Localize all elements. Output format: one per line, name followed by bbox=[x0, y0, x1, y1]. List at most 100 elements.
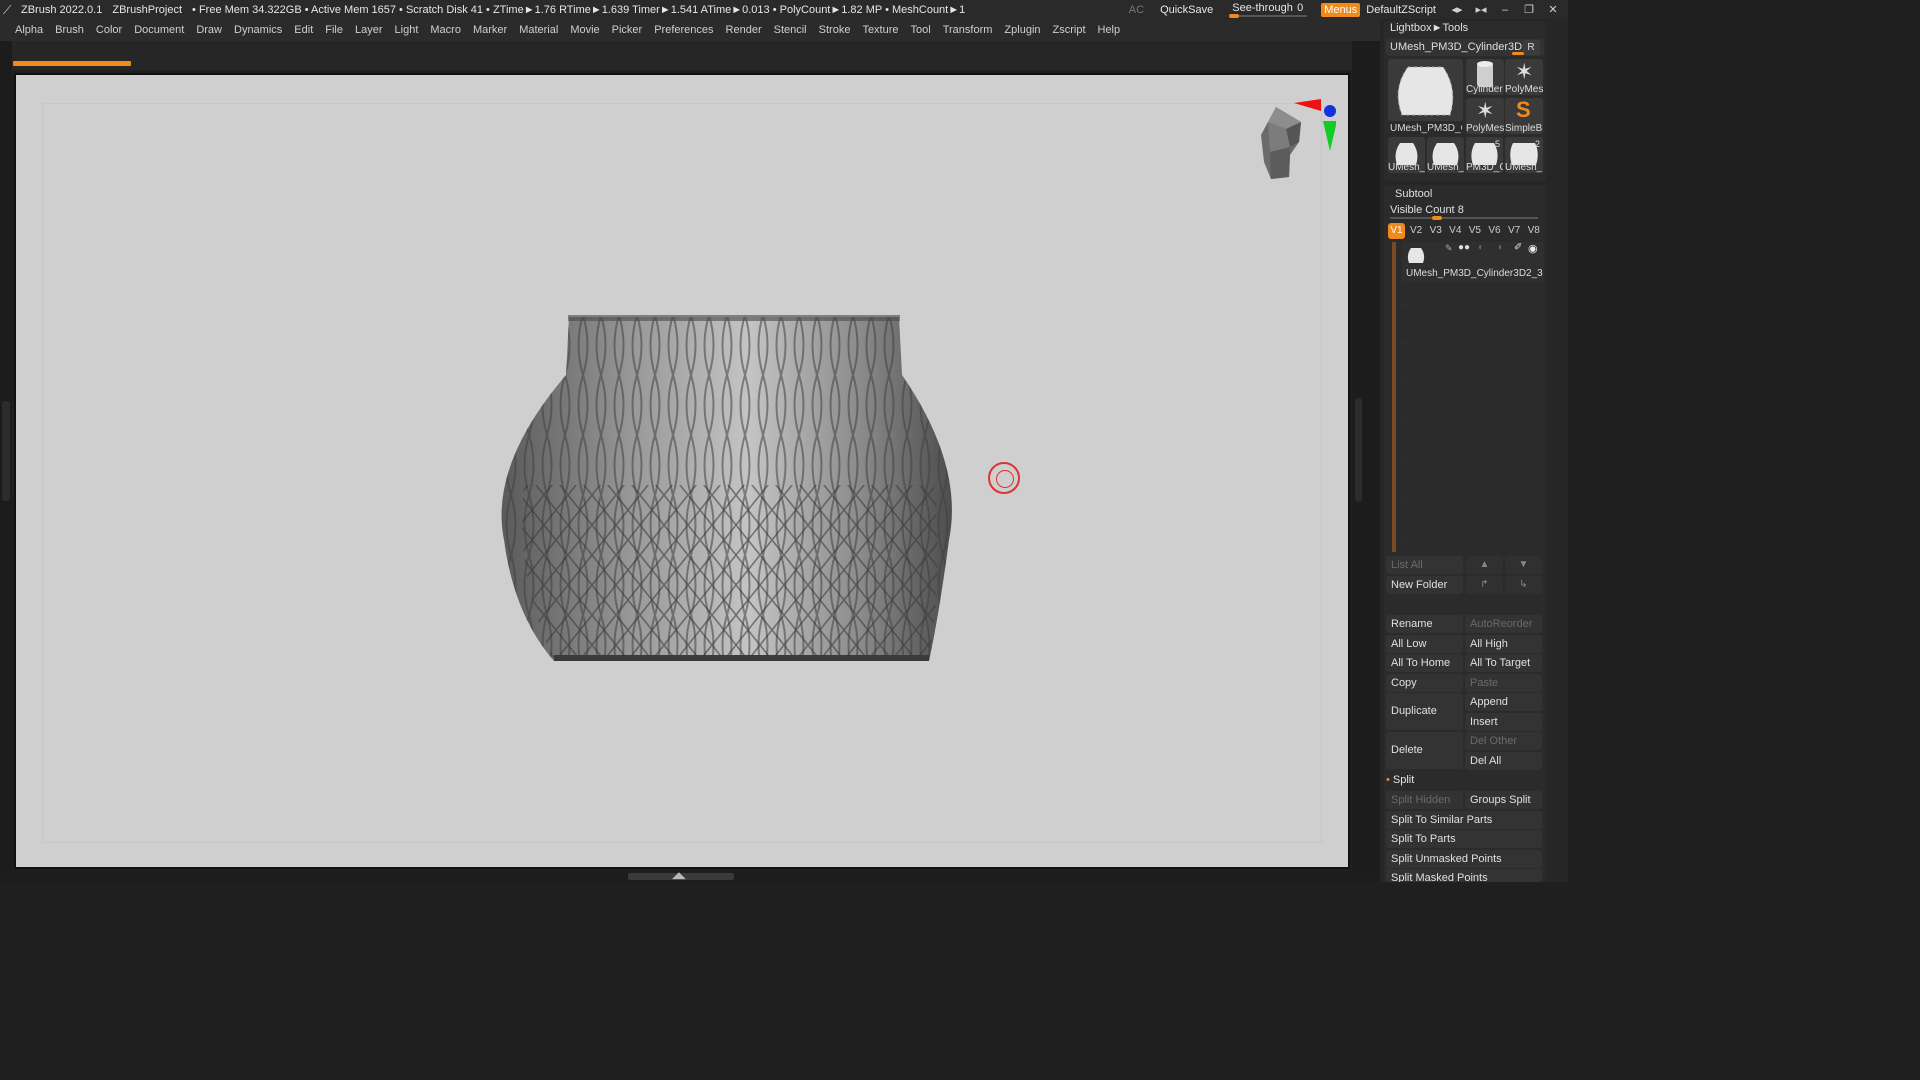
all-to-target-button[interactable]: All To Target bbox=[1465, 654, 1542, 672]
split-subpalette-title[interactable]: • Split bbox=[1386, 774, 1414, 786]
tool-slider[interactable] bbox=[1512, 52, 1524, 55]
menu-file[interactable]: File bbox=[319, 24, 349, 36]
visible-count-slider[interactable] bbox=[1390, 216, 1538, 220]
menu-alpha[interactable]: Alpha bbox=[9, 24, 49, 36]
move-up-icon[interactable]: ▲ bbox=[1466, 556, 1503, 574]
menu-zplugin[interactable]: Zplugin bbox=[998, 24, 1046, 36]
close-icon[interactable]: ✕ bbox=[1544, 3, 1562, 16]
menu-zscript[interactable]: Zscript bbox=[1047, 24, 1092, 36]
see-through-value: 0 bbox=[1297, 1, 1304, 14]
default-zscript-button[interactable]: DefaultZScript bbox=[1366, 4, 1436, 16]
vase-3d-model[interactable] bbox=[484, 315, 954, 665]
subtool-dynamesh-icon[interactable]: ◐ bbox=[1478, 242, 1484, 253]
menus-toggle[interactable]: Menus bbox=[1321, 2, 1361, 17]
all-low-button[interactable]: All Low bbox=[1386, 635, 1463, 653]
menu-draw[interactable]: Draw bbox=[190, 24, 228, 36]
version-button-v7[interactable]: V7 bbox=[1506, 223, 1523, 239]
visibility-eye-icon[interactable]: ◉ bbox=[1528, 242, 1538, 255]
see-through-slider[interactable]: See-through 0 bbox=[1229, 1, 1308, 18]
menu-stroke[interactable]: Stroke bbox=[813, 24, 857, 36]
move-down-icon[interactable]: ▼ bbox=[1505, 556, 1542, 574]
menu-document[interactable]: Document bbox=[128, 24, 190, 36]
groups-split-button[interactable]: Groups Split bbox=[1465, 791, 1542, 809]
split-hidden-button[interactable]: Split Hidden bbox=[1386, 791, 1463, 809]
visible-count-label[interactable]: Visible Count 8 bbox=[1390, 204, 1464, 216]
subtool-toggle-icon[interactable]: ●● bbox=[1458, 242, 1470, 253]
subtool-title[interactable]: Subtool bbox=[1395, 188, 1432, 200]
version-button-v2[interactable]: V2 bbox=[1408, 223, 1425, 239]
menu-marker[interactable]: Marker bbox=[467, 24, 513, 36]
version-button-v4[interactable]: V4 bbox=[1447, 223, 1464, 239]
tool-thumb-main[interactable] bbox=[1388, 59, 1463, 121]
paste-button[interactable]: Paste bbox=[1465, 674, 1542, 692]
thumb-count: 5 bbox=[1494, 139, 1500, 149]
insert-button[interactable]: Insert bbox=[1465, 713, 1542, 731]
menu-texture[interactable]: Texture bbox=[856, 24, 904, 36]
menu-material[interactable]: Material bbox=[513, 24, 564, 36]
tray-left-icon[interactable]: ◂▸ bbox=[1448, 3, 1466, 16]
menu-stencil[interactable]: Stencil bbox=[768, 24, 813, 36]
auto-reorder-button[interactable]: AutoReorder bbox=[1465, 615, 1542, 633]
minimize-icon[interactable]: – bbox=[1496, 4, 1514, 16]
subtool-list-scrollbar[interactable] bbox=[1392, 242, 1396, 552]
expand-arrows-icon: ◢◣ bbox=[672, 870, 686, 880]
menu-color[interactable]: Color bbox=[90, 24, 128, 36]
restore-icon[interactable]: ❐ bbox=[1520, 3, 1538, 16]
subtool-brush-icon[interactable]: ✎ bbox=[1445, 243, 1453, 254]
menu-transform[interactable]: Transform bbox=[937, 24, 999, 36]
del-all-button[interactable]: Del All bbox=[1465, 752, 1542, 770]
new-folder-button[interactable]: New Folder bbox=[1386, 576, 1463, 594]
list-dot: . bbox=[1404, 337, 1407, 346]
menu-tool[interactable]: Tool bbox=[905, 24, 937, 36]
menu-brush[interactable]: Brush bbox=[49, 24, 90, 36]
menu-render[interactable]: Render bbox=[720, 24, 768, 36]
delete-button[interactable]: Delete bbox=[1386, 732, 1463, 769]
folder-in-icon[interactable]: ↳ bbox=[1505, 576, 1542, 594]
thumb-label: PolyMes bbox=[1505, 84, 1543, 95]
menu-macro[interactable]: Macro bbox=[424, 24, 467, 36]
duplicate-button[interactable]: Duplicate bbox=[1386, 693, 1463, 730]
split-to-parts-button[interactable]: Split To Parts bbox=[1386, 830, 1542, 848]
menu-edit[interactable]: Edit bbox=[288, 24, 319, 36]
subtool-item[interactable]: ✎ ●● ◐ ◑ ✐ ◉ UMesh_PM3D_Cylinder3D2_3 bbox=[1402, 242, 1544, 282]
ac-toggle[interactable]: AC bbox=[1129, 4, 1144, 16]
quicksave-button[interactable]: QuickSave bbox=[1160, 4, 1213, 16]
all-to-home-button[interactable]: All To Home bbox=[1386, 654, 1463, 672]
menu-light[interactable]: Light bbox=[389, 24, 425, 36]
menu-help[interactable]: Help bbox=[1092, 24, 1127, 36]
split-unmasked-points-button[interactable]: Split Unmasked Points bbox=[1386, 850, 1542, 868]
version-button-v6[interactable]: V6 bbox=[1486, 223, 1503, 239]
r-button[interactable]: R bbox=[1522, 40, 1540, 55]
left-tray bbox=[0, 41, 12, 871]
navigation-gizmo-icon[interactable] bbox=[1226, 97, 1336, 212]
version-button-v8[interactable]: V8 bbox=[1525, 223, 1542, 239]
split-masked-points-button[interactable]: Split Masked Points bbox=[1386, 869, 1542, 882]
copy-button[interactable]: Copy bbox=[1386, 674, 1463, 692]
folder-out-icon[interactable]: ↱ bbox=[1466, 576, 1503, 594]
document-canvas[interactable] bbox=[16, 75, 1348, 867]
menu-preferences[interactable]: Preferences bbox=[648, 24, 719, 36]
split-to-similar-parts-button[interactable]: Split To Similar Parts bbox=[1386, 811, 1542, 829]
rename-button[interactable]: Rename bbox=[1386, 615, 1463, 633]
left-tray-handle[interactable] bbox=[2, 401, 10, 501]
menu-picker[interactable]: Picker bbox=[606, 24, 649, 36]
menu-movie[interactable]: Movie bbox=[564, 24, 605, 36]
all-high-button[interactable]: All High bbox=[1465, 635, 1542, 653]
tray-right-icon[interactable]: ▸◂ bbox=[1472, 3, 1490, 16]
app-title: ZBrush 2022.0.1 bbox=[21, 3, 103, 16]
subtool-polypaint-icon[interactable]: ◑ bbox=[1496, 242, 1502, 253]
append-button[interactable]: Append bbox=[1465, 693, 1542, 711]
del-other-button[interactable]: Del Other bbox=[1465, 732, 1542, 750]
right-tray-handle[interactable] bbox=[1355, 398, 1362, 502]
list-all-button[interactable]: List All bbox=[1386, 556, 1463, 574]
main-menu-bar: Alpha Brush Color Document Draw Dynamics Edit F… bbox=[0, 19, 1380, 41]
version-button-v1[interactable]: V1 bbox=[1388, 223, 1405, 239]
subtool-brush-2-icon[interactable]: ✐ bbox=[1514, 242, 1522, 253]
menu-dynamics[interactable]: Dynamics bbox=[228, 24, 288, 36]
version-button-v5[interactable]: V5 bbox=[1466, 223, 1483, 239]
lightbox-tools-link[interactable]: Lightbox►Tools bbox=[1390, 22, 1468, 34]
version-button-v3[interactable]: V3 bbox=[1427, 223, 1444, 239]
bottom-tray: ◢◣ bbox=[0, 870, 1380, 882]
menu-layer[interactable]: Layer bbox=[349, 24, 389, 36]
split-bullet-icon: • bbox=[1386, 774, 1390, 786]
